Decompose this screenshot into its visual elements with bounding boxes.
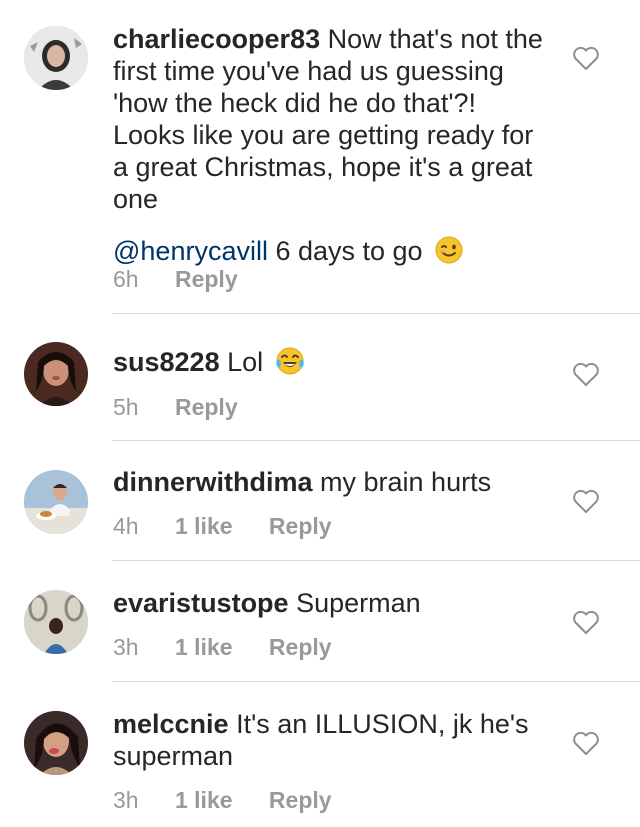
comment-body: evaristustope Superman [113, 587, 543, 619]
username-link[interactable]: melccnie [113, 709, 229, 739]
divider [112, 313, 640, 314]
divider [112, 681, 640, 682]
reply-button[interactable]: Reply [175, 266, 238, 292]
heart-icon[interactable] [572, 361, 600, 387]
comment-body: melccnie It's an ILLUSION, jk he's super… [113, 708, 543, 772]
comment-time: 3h [113, 787, 139, 813]
reply-button[interactable]: Reply [269, 513, 332, 539]
avatar[interactable] [24, 342, 88, 406]
comment-body: charliecooper83 Now that's not the first… [113, 23, 543, 267]
comment-time: 4h [113, 513, 139, 539]
heart-icon[interactable] [572, 609, 600, 635]
divider [112, 560, 640, 561]
comment-meta: 3h 1 like Reply [113, 634, 362, 661]
comment-text: Lol [219, 347, 264, 377]
avatar[interactable] [24, 711, 88, 775]
avatar[interactable] [24, 590, 88, 654]
username-link[interactable]: dinnerwithdima [113, 467, 313, 497]
tears-of-joy-emoji [275, 347, 304, 375]
comment-time: 3h [113, 634, 139, 660]
comment-body: dinnerwithdima my brain hurts [113, 466, 543, 498]
comment-time: 5h [113, 394, 139, 420]
comment-meta: 3h 1 like Reply [113, 787, 362, 814]
comment-text: Superman [288, 588, 421, 618]
comment-text-after: 6 days to go [267, 236, 423, 266]
divider [112, 440, 640, 441]
like-count[interactable]: 1 like [175, 634, 233, 660]
reply-button[interactable]: Reply [269, 634, 332, 660]
avatar[interactable] [24, 26, 88, 90]
comment-meta: 4h 1 like Reply [113, 513, 362, 540]
mention-link[interactable]: @henrycavill [113, 235, 268, 267]
comment-meta: 6h Reply [113, 266, 268, 293]
winking-face-emoji [435, 236, 463, 264]
username-link[interactable]: sus8228 [113, 347, 220, 377]
comment-body: sus8228 Lol [113, 346, 543, 378]
reply-button[interactable]: Reply [175, 394, 238, 420]
reply-button[interactable]: Reply [269, 787, 332, 813]
comment-text: my brain hurts [312, 467, 492, 497]
username-link[interactable]: evaristustope [113, 588, 289, 618]
comment-time: 6h [113, 266, 139, 292]
username-link[interactable]: charliecooper83 [113, 24, 320, 54]
heart-icon[interactable] [572, 488, 600, 514]
comment-meta: 5h Reply [113, 394, 268, 421]
like-count[interactable]: 1 like [175, 787, 233, 813]
heart-icon[interactable] [572, 45, 600, 71]
avatar[interactable] [24, 470, 88, 534]
like-count[interactable]: 1 like [175, 513, 233, 539]
heart-icon[interactable] [572, 730, 600, 756]
